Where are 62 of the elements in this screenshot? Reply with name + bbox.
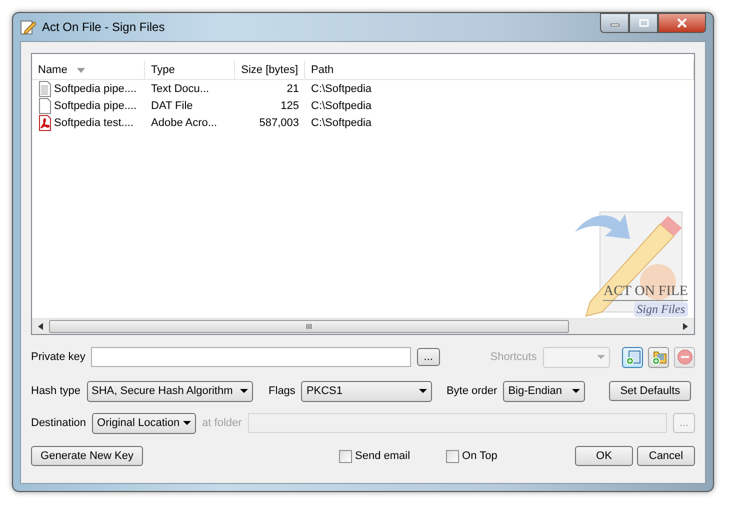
ok-button[interactable]: OK — [575, 446, 633, 466]
scroll-right-icon[interactable] — [683, 323, 688, 330]
folder-field[interactable] — [248, 413, 667, 433]
text-file-icon — [38, 80, 52, 96]
hash-type-dropdown[interactable]: SHA, Secure Hash Algorithm — [86, 380, 253, 402]
pencil-document-icon — [20, 19, 36, 35]
field-label: Byte order — [446, 385, 498, 397]
file-name[interactable]: Softpedia test.... — [54, 116, 134, 128]
field-label: Destination — [31, 417, 86, 429]
field-label: Hash type — [31, 385, 81, 397]
caret-icon — [419, 389, 428, 393]
checkbox[interactable] — [446, 450, 460, 462]
field-label: Flags — [268, 385, 296, 397]
add-file-button[interactable] — [622, 346, 643, 368]
file-name[interactable]: Softpedia pipe.... — [54, 82, 137, 94]
generate-key-button[interactable]: Generate New Key — [31, 446, 143, 466]
table-cell-text: 125 — [280, 100, 300, 112]
table-cell-text: Text Docu... — [150, 82, 210, 94]
maximize-button[interactable] — [629, 13, 658, 33]
checkbox-label[interactable]: Send email — [355, 450, 410, 462]
set-defaults-button[interactable]: Set Defaults — [609, 381, 692, 401]
table-cell-text: 21 — [286, 82, 300, 94]
add-file-icon — [624, 349, 640, 365]
add-folder-button[interactable] — [648, 346, 669, 368]
cancel-button[interactable]: Cancel — [637, 446, 695, 466]
byte-order-dropdown[interactable]: Big-Endian — [503, 380, 586, 402]
column-header[interactable]: Type — [145, 61, 235, 79]
minimize-button[interactable] — [600, 13, 629, 33]
table-cell-text: C:\Softpedia — [310, 82, 373, 94]
caret-icon — [183, 421, 192, 425]
caret-icon — [572, 389, 580, 393]
caret-icon — [597, 355, 605, 359]
checkbox[interactable] — [339, 450, 352, 462]
column-header[interactable]: Size [bytes] — [235, 61, 305, 79]
browse-button[interactable]: ... — [416, 348, 440, 366]
file-name[interactable]: Softpedia pipe.... — [54, 100, 137, 112]
table-cell-text: 587,003 — [258, 116, 300, 128]
window-title: Act On File - Sign Files — [42, 20, 165, 34]
remove-icon — [676, 349, 692, 365]
logo-subtitle: Sign Files — [634, 302, 688, 317]
checkbox-label[interactable]: On Top — [462, 450, 498, 462]
field-label: Private key — [31, 351, 86, 363]
caret-icon — [240, 389, 248, 393]
close-button[interactable] — [658, 13, 706, 33]
flags-dropdown[interactable]: PKCS1 — [301, 380, 432, 402]
column-header[interactable]: Name — [32, 61, 145, 79]
add-folder-icon — [650, 349, 666, 365]
table-cell-text: C:\Softpedia — [310, 116, 373, 128]
private-key-field[interactable] — [91, 347, 410, 367]
maximize-icon — [638, 19, 648, 27]
blank-file-icon — [38, 98, 52, 114]
table-cell-text: C:\Softpedia — [310, 100, 373, 112]
table-cell-text: DAT File — [150, 100, 194, 112]
destination-dropdown[interactable]: Original Location — [92, 412, 196, 434]
field-label: Shortcuts — [490, 351, 537, 363]
logo-title: ACT ON FILE — [603, 284, 688, 301]
field-label: at folder — [202, 417, 242, 429]
column-header[interactable]: Path — [305, 61, 694, 79]
close-icon — [676, 18, 688, 28]
pdf-file-icon — [38, 114, 52, 130]
table-cell-text: Adobe Acro... — [150, 116, 218, 128]
scroll-left-icon[interactable] — [38, 323, 43, 330]
